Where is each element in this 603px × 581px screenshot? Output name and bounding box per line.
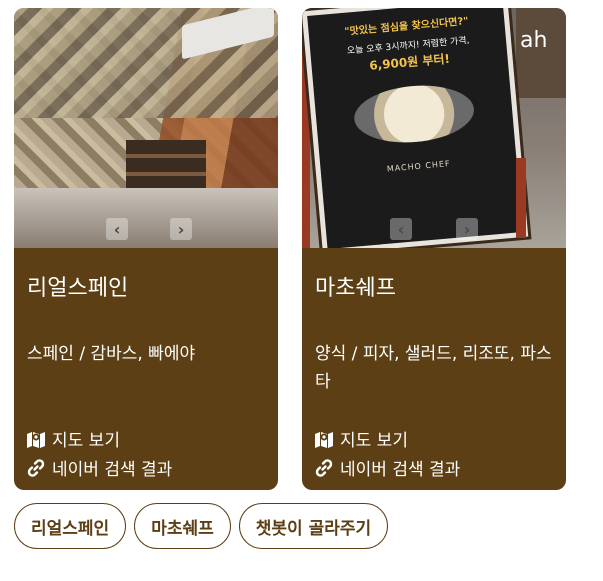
map-link-label: 지도 보기 <box>52 431 120 451</box>
quick-reply-bot-pick[interactable]: 챗봇이 골라주기 <box>238 503 389 549</box>
background-sign: ah <box>516 8 566 98</box>
map-icon <box>27 431 45 448</box>
restaurant-card: ‹ › 리얼스페인 스페인 / 감바스, 빠에야 지도 보기 네이버 검색 결과 <box>14 8 278 490</box>
naver-search-label: 네이버 검색 결과 <box>340 460 461 480</box>
naver-search-link[interactable]: 네이버 검색 결과 <box>26 455 172 480</box>
map-link[interactable]: 지도 보기 <box>314 426 408 451</box>
restaurant-card: ah "맛있는 점심을 찾으신다면?" 오늘 오후 3시까지! 저렴한 가격, … <box>302 8 566 490</box>
restaurant-photo: ah "맛있는 점심을 찾으신다면?" 오늘 오후 3시까지! 저렴한 가격, … <box>302 8 566 248</box>
chevron-right-icon[interactable]: › <box>170 218 192 240</box>
pasta-plate <box>351 80 477 148</box>
menu-board: "맛있는 점심을 찾으신다면?" 오늘 오후 3시까지! 저렴한 가격, 6,9… <box>302 8 529 248</box>
chevron-left-icon[interactable]: ‹ <box>106 218 128 240</box>
link-icon <box>27 458 45 477</box>
map-icon <box>315 431 333 448</box>
card-description: 양식 / 피자, 샐러드, 리조또, 파스타 <box>315 344 552 392</box>
restaurant-photo: ‹ › <box>14 8 278 248</box>
naver-search-link[interactable]: 네이버 검색 결과 <box>314 455 460 480</box>
card-description: 스페인 / 감바스, 빠에야 <box>27 344 196 364</box>
card-title: 마초쉐프 <box>315 276 396 301</box>
board-brand: MACHO CHEF <box>386 159 451 174</box>
quick-reply-real-spain[interactable]: 리얼스페인 <box>14 503 127 549</box>
map-link[interactable]: 지도 보기 <box>26 426 120 451</box>
quick-replies: 리얼스페인 마초쉐프 챗봇이 골라주기 <box>14 503 389 549</box>
map-link-label: 지도 보기 <box>340 431 408 451</box>
chevron-right-icon[interactable]: › <box>456 218 478 240</box>
link-icon <box>315 458 333 477</box>
naver-search-label: 네이버 검색 결과 <box>52 460 173 480</box>
card-title: 리얼스페인 <box>27 276 129 301</box>
chevron-left-icon[interactable]: ‹ <box>390 218 412 240</box>
quick-reply-macho-chef[interactable]: 마초쉐프 <box>134 503 231 549</box>
